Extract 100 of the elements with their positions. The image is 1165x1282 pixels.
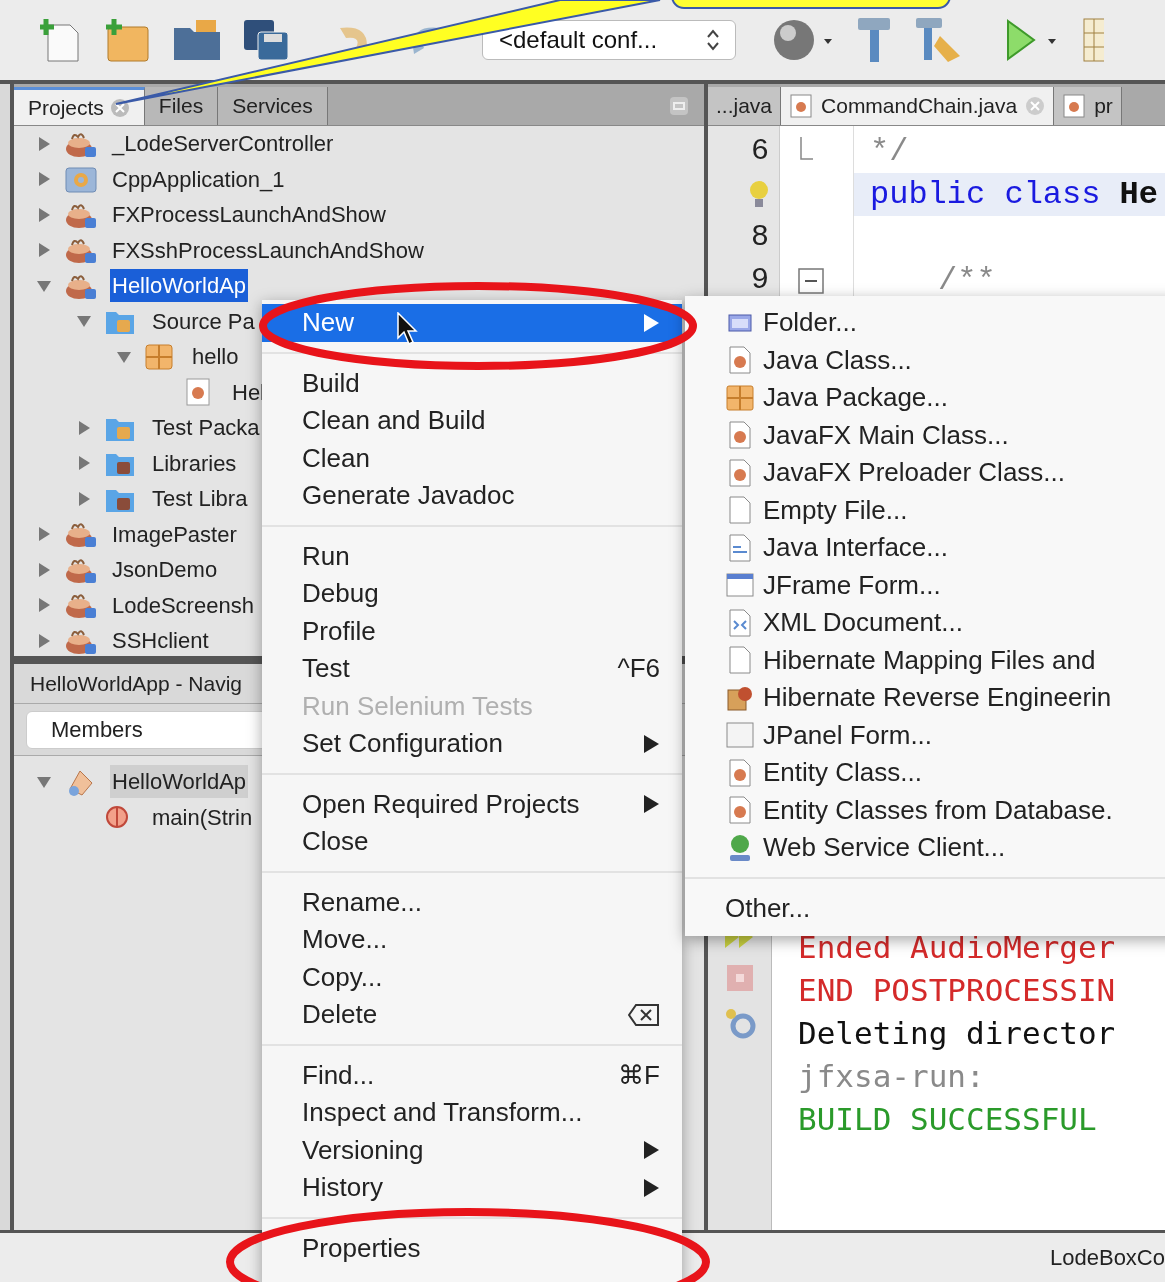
submenu-arrow-icon — [642, 1140, 660, 1161]
globe-dropdown-icon[interactable] — [772, 17, 834, 63]
code-text: /** — [938, 260, 996, 301]
package-icon — [726, 384, 754, 411]
mouse-pointer-icon — [396, 312, 420, 346]
collapsed-arrow-icon[interactable] — [36, 561, 52, 578]
collapsed-arrow-icon[interactable] — [36, 597, 52, 614]
java-class-icon — [727, 758, 753, 787]
menu-item[interactable]: Close — [262, 823, 682, 861]
submenu-item[interactable]: Java Package... — [685, 379, 1165, 417]
editor-tab[interactable]: CommandChain.java — [781, 87, 1055, 125]
menu-item[interactable]: Test ^F6 — [262, 650, 682, 688]
collapsed-arrow-icon[interactable] — [76, 419, 92, 436]
tree-item[interactable]: LodeScreensh — [110, 588, 256, 622]
tree-item[interactable]: Libraries — [150, 446, 239, 480]
submenu-item[interactable]: JavaFX Main Class... — [685, 416, 1165, 454]
tree-item[interactable]: Test Libra — [150, 482, 250, 516]
menu-item[interactable]: Profile — [262, 612, 682, 650]
menu-item[interactable]: Generate Javadoc — [262, 477, 682, 515]
submenu-item[interactable]: JPanel Form... — [685, 716, 1165, 754]
collapsed-arrow-icon[interactable] — [36, 242, 52, 259]
lightbulb-icon[interactable] — [749, 179, 769, 210]
tree-item[interactable]: hello — [190, 340, 241, 374]
menu-item[interactable]: Debug — [262, 575, 682, 613]
menu-item[interactable]: Copy... — [262, 958, 682, 996]
tree-item[interactable]: _LodeServerController — [110, 127, 336, 161]
line-number: 9 — [751, 262, 769, 299]
submenu-item[interactable]: Java Interface... — [685, 529, 1165, 567]
menu-item[interactable]: Open Required Projects — [262, 785, 682, 823]
submenu-item[interactable]: Empty File... — [685, 491, 1165, 529]
collapsed-arrow-icon[interactable] — [36, 171, 52, 188]
collapsed-arrow-icon[interactable] — [36, 632, 52, 649]
package-icon — [144, 342, 174, 371]
menu-item[interactable]: Properties — [262, 1229, 682, 1267]
interface-file-icon — [727, 533, 753, 562]
collapsed-arrow-icon[interactable] — [36, 206, 52, 223]
collapse-icon[interactable] — [798, 267, 824, 294]
submenu-item[interactable]: Java Class... — [685, 341, 1165, 379]
java-file-icon — [1062, 93, 1087, 119]
configuration-dropdown[interactable]: <default conf... — [482, 20, 736, 60]
menu-item[interactable]: Delete — [262, 996, 682, 1034]
tree-item[interactable]: FXSshProcessLaunchAndShow — [110, 233, 426, 267]
submenu-arrow-icon — [642, 1177, 660, 1198]
menu-item[interactable]: New — [262, 304, 682, 342]
tree-item[interactable]: Source Pa — [150, 304, 257, 338]
submenu-item[interactable]: Other... — [685, 889, 1165, 927]
collapsed-arrow-icon[interactable] — [76, 490, 92, 507]
menu-item[interactable]: Rename... — [262, 883, 682, 921]
submenu-item[interactable]: Entity Classes from Database. — [685, 791, 1165, 829]
collapsed-arrow-icon[interactable] — [36, 135, 52, 152]
window-form-icon — [726, 573, 754, 598]
folder-icon[interactable] — [172, 18, 222, 62]
folder-icon — [727, 311, 753, 334]
submenu-item[interactable]: Hibernate Mapping Files and — [685, 641, 1165, 679]
shortcut-label: ^F6 — [617, 652, 660, 686]
tree-item[interactable]: main(Strin — [150, 800, 255, 834]
panel-tab[interactable]: Services — [218, 87, 328, 125]
menu-item[interactable]: Run — [262, 537, 682, 575]
menu-item[interactable]: Inspect and Transform... — [262, 1094, 682, 1132]
menu-item[interactable]: Clean — [262, 439, 682, 477]
java-file-icon — [789, 93, 814, 119]
line-number: 8 — [751, 219, 769, 256]
tree-item[interactable]: JsonDemo — [110, 553, 220, 587]
up-down-caret-icon — [707, 28, 719, 52]
submenu-item[interactable]: JFrame Form... — [685, 566, 1165, 604]
output-line: BUILD SUCCESSFUL — [798, 1100, 1098, 1139]
editor-tab[interactable]: ...java — [708, 87, 782, 125]
panel-tab[interactable]: Projects — [14, 87, 145, 125]
output-line: Ended AudioMerger — [798, 928, 1117, 967]
panel-form-icon — [726, 722, 754, 749]
delete-key-icon — [628, 1002, 660, 1027]
tree-item[interactable]: FXProcessLaunchAndShow — [110, 198, 388, 232]
submenu-item[interactable]: Web Service Client... — [685, 829, 1165, 867]
submenu-item[interactable]: Folder... — [685, 304, 1165, 342]
tree-item[interactable]: HelloWorldAp — [110, 765, 249, 799]
submenu-arrow-icon — [642, 312, 660, 333]
menu-item[interactable]: Build — [262, 364, 682, 402]
tree-item[interactable]: Test Packa — [150, 411, 262, 445]
tree-item[interactable]: ImagePaster — [110, 517, 239, 551]
java-class-icon — [727, 458, 753, 487]
new-project-icon[interactable] — [104, 17, 152, 63]
menu-item[interactable]: Find... ⌘F — [262, 1056, 682, 1094]
tree-item[interactable]: SSHclient — [110, 624, 211, 658]
menu-item[interactable]: Clean and Build — [262, 402, 682, 440]
tree-item[interactable]: HelloWorldAp — [110, 269, 249, 303]
submenu-arrow-icon — [642, 794, 660, 815]
menu-item[interactable]: Move... — [262, 921, 682, 959]
submenu-item[interactable]: XML Document... — [685, 604, 1165, 642]
tree-item[interactable]: CppApplication_1 — [110, 162, 287, 196]
submenu-item[interactable]: Hibernate Reverse Engineerin — [685, 679, 1165, 717]
menu-item[interactable]: History — [262, 1169, 682, 1207]
minimize-icon[interactable] — [668, 95, 690, 117]
collapsed-arrow-icon[interactable] — [76, 455, 92, 472]
output-line: jfxsa-run: — [798, 1057, 986, 1096]
menu-item[interactable]: Versioning — [262, 1131, 682, 1169]
submenu-item[interactable]: Entity Class... — [685, 754, 1165, 792]
collapsed-arrow-icon[interactable] — [36, 526, 52, 543]
editor-tab[interactable]: pr — [1054, 87, 1122, 125]
submenu-item[interactable]: JavaFX Preloader Class... — [685, 454, 1165, 492]
line-number: 6 — [751, 133, 769, 170]
